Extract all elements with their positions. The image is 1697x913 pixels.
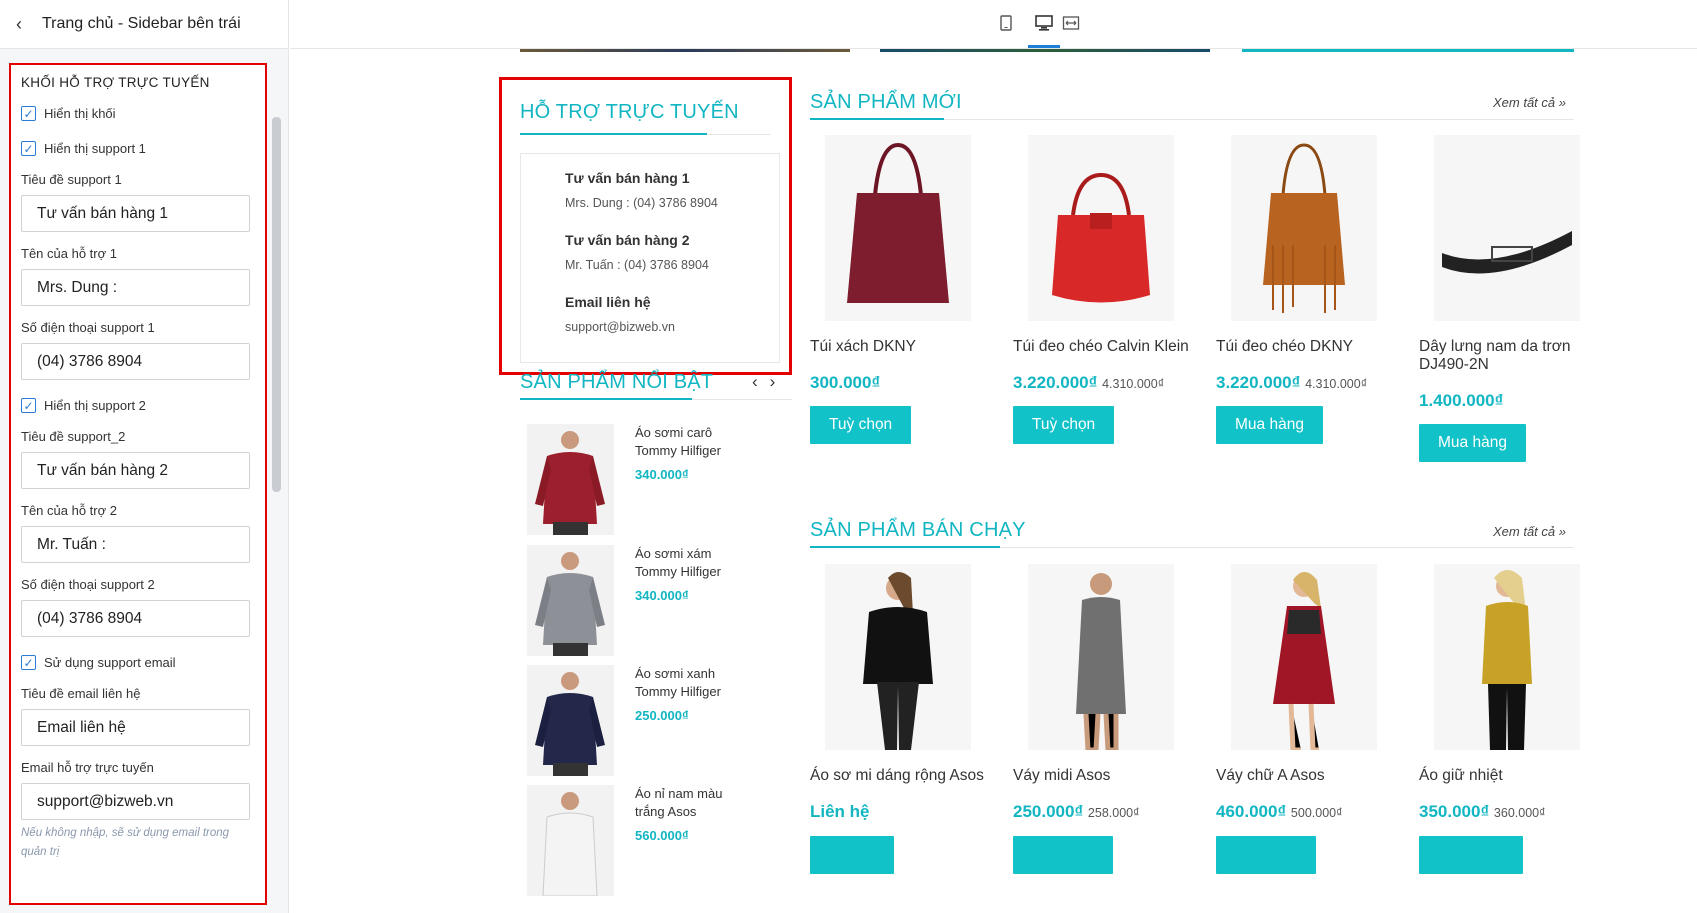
new-products-underline <box>810 118 944 120</box>
product-image[interactable] <box>1434 135 1580 321</box>
best-sellers-title: SẢN PHẨM BÁN CHẠY <box>810 519 1026 541</box>
support-settings-form: KHỐI HỖ TRỢ TRỰC TUYẾN ✓ Hiển thị khối ✓… <box>9 63 267 905</box>
product-price: 300.000₫ <box>810 373 881 392</box>
best-sellers-see-all[interactable]: Xem tất cả » <box>1493 524 1566 539</box>
show-support1-checkbox[interactable]: ✓ Hiển thị support 1 <box>21 137 255 160</box>
support1-phone-input[interactable]: (04) 3786 8904 <box>21 343 250 380</box>
best-sellers-rule <box>1000 547 1574 548</box>
next-arrow-icon[interactable]: › <box>770 372 788 391</box>
support1-name-label: Tên của hỗ trợ 1 <box>21 246 117 261</box>
checkbox-checked-icon: ✓ <box>21 141 36 156</box>
support2-phone-label: Số điện thoại support 2 <box>21 577 155 592</box>
support-block-title: HỖ TRỢ TRỰC TUYẾN <box>520 101 739 123</box>
banner-strip <box>520 49 850 52</box>
product-thumbnail[interactable] <box>527 665 614 776</box>
online-support-block: HỖ TRỢ TRỰC TUYẾN Tư vấn bán hàng 1 Mrs.… <box>499 77 792 375</box>
mobile-view-icon[interactable] <box>996 12 1016 34</box>
use-support-email-checkbox[interactable]: ✓ Sử dụng support email <box>21 651 255 674</box>
checkbox-checked-icon: ✓ <box>21 106 36 121</box>
product-price: 350.000₫ 360.000₫ <box>1419 802 1546 821</box>
settings-panel: ‹ Trang chủ - Sidebar bên trái KHỐI HỖ T… <box>0 0 289 913</box>
featured-title: SẢN PHẨM NỔI BẬT <box>520 371 714 393</box>
buy-button[interactable]: Mua hàng <box>1216 406 1323 444</box>
product-price: 1.400.000₫ <box>1419 391 1504 410</box>
product-image[interactable] <box>1231 564 1377 750</box>
back-arrow-icon[interactable]: ‹ <box>6 14 32 35</box>
support-card: Tư vấn bán hàng 1 Mrs. Dung : (04) 3786 … <box>520 153 780 363</box>
product-price: 250.000₫ 258.000₫ <box>1013 802 1140 821</box>
banner-strip <box>1242 49 1574 52</box>
checkbox-checked-icon: ✓ <box>21 398 36 413</box>
buy-button[interactable] <box>810 836 894 874</box>
support-item: Tư vấn bán hàng 1 Mrs. Dung : (04) 3786 … <box>565 170 718 210</box>
new-products-title: SẢN PHẨM MỚI <box>810 91 962 113</box>
product-price: 3.220.000₫ 4.310.000₫ <box>1216 373 1368 392</box>
desktop-view-icon[interactable] <box>1034 12 1054 34</box>
product-thumbnail[interactable] <box>527 545 614 656</box>
product-image[interactable] <box>825 564 971 750</box>
prev-arrow-icon[interactable]: ‹ <box>752 372 770 391</box>
product-image[interactable] <box>1434 564 1580 750</box>
fullwidth-view-icon[interactable] <box>1061 12 1081 34</box>
product-price: 3.220.000₫ 4.310.000₫ <box>1013 373 1165 392</box>
show-block-checkbox[interactable]: ✓ Hiển thị khối <box>21 102 255 125</box>
panel-scroll-area: KHỐI HỖ TRỢ TRỰC TUYẾN ✓ Hiển thị khối ✓… <box>0 57 289 913</box>
support1-title-label: Tiêu đề support 1 <box>21 172 122 187</box>
email-title-label: Tiêu đề email liên hệ <box>21 686 141 701</box>
support2-phone-input[interactable]: (04) 3786 8904 <box>21 600 250 637</box>
featured-rule <box>692 399 792 400</box>
support1-title-input[interactable]: Tư vấn bán hàng 1 <box>21 195 250 232</box>
options-button[interactable]: Tuỳ chọn <box>810 406 912 444</box>
buy-button[interactable] <box>1216 836 1316 874</box>
support2-name-label: Tên của hỗ trợ 2 <box>21 503 117 518</box>
support1-phone-label: Số điện thoại support 1 <box>21 320 155 335</box>
support-email-label: Email hỗ trợ trực tuyến <box>21 760 154 775</box>
buy-button[interactable] <box>1013 836 1113 874</box>
product-image[interactable] <box>1028 564 1174 750</box>
support-item: Tư vấn bán hàng 2 Mr. Tuấn : (04) 3786 8… <box>565 232 709 272</box>
store-preview: HỖ TRỢ TRỰC TUYẾN Tư vấn bán hàng 1 Mrs.… <box>290 49 1697 913</box>
title-rule <box>707 134 770 135</box>
best-sellers-underline <box>810 546 1000 548</box>
support2-title-label: Tiêu đề support_2 <box>21 429 126 444</box>
options-button[interactable]: Tuỳ chọn <box>1013 406 1115 444</box>
product-thumbnail[interactable] <box>527 785 614 896</box>
new-products-rule <box>944 119 1574 120</box>
featured-underline <box>520 398 692 400</box>
support-email-input[interactable]: support@bizweb.vn <box>21 783 250 820</box>
email-hint-text: Nếu không nhập, sẽ sử dụng email trong q… <box>21 827 230 858</box>
product-image[interactable] <box>1231 135 1377 321</box>
new-products-see-all[interactable]: Xem tất cả » <box>1493 95 1566 110</box>
device-toolbar <box>290 0 1697 49</box>
product-thumbnail[interactable] <box>527 424 614 535</box>
buy-button[interactable]: Mua hàng <box>1419 424 1526 462</box>
email-title-input[interactable]: Email liên hệ <box>21 709 250 746</box>
panel-header: ‹ Trang chủ - Sidebar bên trái <box>0 0 288 49</box>
buy-button[interactable] <box>1419 836 1523 874</box>
support1-name-input[interactable]: Mrs. Dung : <box>21 269 250 306</box>
product-image[interactable] <box>1028 135 1174 321</box>
show-support2-checkbox[interactable]: ✓ Hiển thị support 2 <box>21 394 255 417</box>
banner-strip <box>880 49 1210 52</box>
product-price: 460.000₫ 500.000₫ <box>1216 802 1343 821</box>
checkbox-checked-icon: ✓ <box>21 655 36 670</box>
title-underline <box>520 133 707 135</box>
featured-nav: ‹› <box>752 372 787 392</box>
active-device-indicator <box>1028 45 1060 48</box>
support2-name-input[interactable]: Mr. Tuấn : <box>21 526 250 563</box>
product-image[interactable] <box>825 135 971 321</box>
panel-title: Trang chủ - Sidebar bên trái <box>42 15 241 32</box>
product-price: Liên hệ <box>810 802 870 821</box>
form-section-title: KHỐI HỖ TRỢ TRỰC TUYẾN <box>21 75 210 90</box>
support2-title-input[interactable]: Tư vấn bán hàng 2 <box>21 452 250 489</box>
support-item: Email liên hệ support@bizweb.vn <box>565 294 675 334</box>
panel-scrollbar[interactable] <box>272 117 281 492</box>
